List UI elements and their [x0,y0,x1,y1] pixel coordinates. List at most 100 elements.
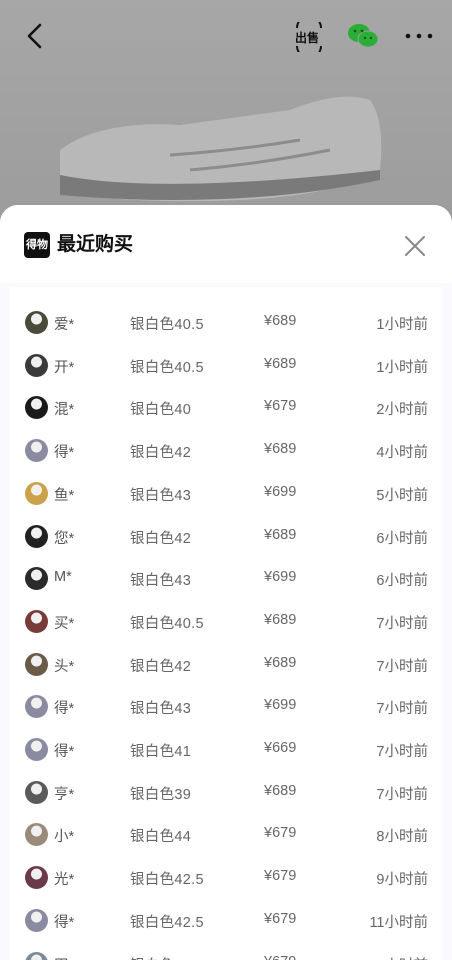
buyer-name: 小* [54,829,75,846]
buyer-name: M* [54,569,72,586]
avatar [25,396,48,420]
purchase-spec: 银白色40.5 [130,317,204,333]
purchase-row: 得* 银白色42 ¥689 4小时前 [10,429,442,472]
purchase-time: 1小时前 [376,317,428,333]
avatar [25,652,48,676]
purchase-spec: 银白色42 [130,658,192,675]
purchase-spec: 银白色40.5 [130,615,204,632]
purchase-row: 买* 银白色40.5 ¥689 7小时前 [10,600,442,643]
buyer-name: 混* [54,402,75,419]
sell-icon: 出售 [295,15,322,59]
purchase-time: 6小时前 [376,573,428,590]
purchase-price: ¥689 [264,782,297,799]
buyer-name: 得* [54,744,75,760]
purchase-row: 得* 银白色43 ¥699 7小时前 [10,685,442,728]
purchase-spec: 银白色42 [130,445,192,462]
purchase-price: ¥679 [264,398,297,415]
purchase-time: 7小时前 [376,701,428,718]
avatar [25,908,48,932]
avatar [25,695,48,719]
avatar [25,780,48,804]
more-options-button[interactable] [402,22,436,50]
purchase-row: 鱼* 银白色43 ¥699 5小时前 [10,472,442,515]
purchase-spec: 银白色42 [130,530,192,547]
buyer-name: 头* [54,658,75,675]
top-navigation-bar: 出售 [0,0,452,72]
recent-purchases-sheet: 得物 最近购买 爱* 银白色40.5 ¥689 1小时前 开* 银白色40.5 ¥689 1小… [0,205,452,960]
avatar [25,481,48,505]
purchase-row: 光* 银白色42.5 ¥679 9小时前 [10,856,442,899]
more-dots-icon [405,33,433,39]
purchase-time: 4小时前 [376,445,428,462]
purchase-price: ¥679 [264,868,297,885]
buyer-name: 得* [54,914,75,931]
purchase-time: 2小时前 [376,402,428,419]
purchase-row: 得* 银白色42.5 ¥679 11小时前 [10,899,442,942]
purchase-price: ¥689 [264,313,297,329]
purchase-row: 得* 银白色41 ¥669 7小时前 [10,728,442,771]
buyer-name: 鱼* [54,487,75,504]
sneaker-image [60,96,382,202]
avatar [25,823,48,847]
purchase-time: 7小时前 [376,744,428,760]
avatar [25,439,48,463]
purchase-row: 开* 银白色40.5 ¥689 1小时前 [10,344,442,387]
avatar [25,738,48,761]
purchase-spec: 银白色40 [130,402,192,419]
purchase-time: 9小时前 [376,872,428,889]
purchase-price: ¥699 [264,483,297,500]
purchase-price: ¥699 [264,569,297,586]
purchase-price: ¥679 [264,954,296,960]
buyer-name: 得* [54,701,75,718]
sell-button[interactable]: 出售 [294,15,324,59]
purchase-time: 7小时前 [376,658,428,675]
purchase-time: 7小时前 [376,786,428,803]
buyer-name: 爱* [54,317,75,333]
avatar [25,951,48,960]
back-button[interactable] [20,20,50,52]
purchase-time: 11小时前 [369,914,428,931]
buyer-name: 亨* [54,786,75,803]
purchase-price: ¥679 [264,825,297,842]
wechat-icon [348,24,379,48]
purchase-price: ¥679 [264,910,297,927]
purchase-time: 6小时前 [376,530,428,547]
buyer-name: 您* [54,530,75,547]
purchase-time: 5小时前 [376,487,428,504]
wechat-share-button[interactable] [346,22,380,50]
purchase-row: M* 银白色43 ¥699 6小时前 [10,557,442,600]
avatar [25,353,48,377]
purchase-price: ¥699 [264,697,297,714]
buyer-name: 得* [54,445,75,462]
purchase-spec: 银白色43 [130,487,192,504]
purchase-row: 头* 银白色42 ¥689 7小时前 [10,643,442,686]
purchase-row: 小* 银白色44 ¥679 8小时前 [10,813,442,856]
purchase-row: 您* 银白色42 ¥689 6小时前 [10,515,442,558]
purchase-spec: 银白色42.5 [130,914,204,931]
avatar [25,524,48,548]
purchase-price: ¥689 [264,611,297,628]
purchase-spec: 银白色39 [130,786,192,803]
purchase-time: 20小时前 [368,954,428,960]
purchase-price: ¥669 [264,740,297,756]
avatar [25,311,48,334]
buyer-name: 开* [54,359,75,376]
sheet-header: 得物 最近购买 [0,205,452,283]
purchase-spec: 银白色40.5 [130,359,204,376]
purchase-price: ¥689 [264,355,297,372]
chevron-left-icon [27,23,42,49]
purchase-time: 7小时前 [376,615,428,632]
close-icon [405,236,425,256]
purchase-price: ¥689 [264,654,297,671]
purchase-time: 8小时前 [376,829,428,846]
purchase-price: ¥689 [264,526,297,543]
buyer-name: 田* [54,954,74,960]
purchase-spec: 银白色42.5 [130,954,204,960]
avatar [25,567,48,591]
sell-label: 出售 [295,30,319,45]
purchase-spec: 银白色43 [130,573,192,590]
purchase-list[interactable]: 爱* 银白色40.5 ¥689 1小时前 开* 银白色40.5 ¥689 1小时前 混* 银白色4… [10,287,442,960]
close-button[interactable] [402,233,428,259]
purchase-spec: 银白色41 [130,744,192,760]
sheet-title: 最近购买 [57,234,134,255]
